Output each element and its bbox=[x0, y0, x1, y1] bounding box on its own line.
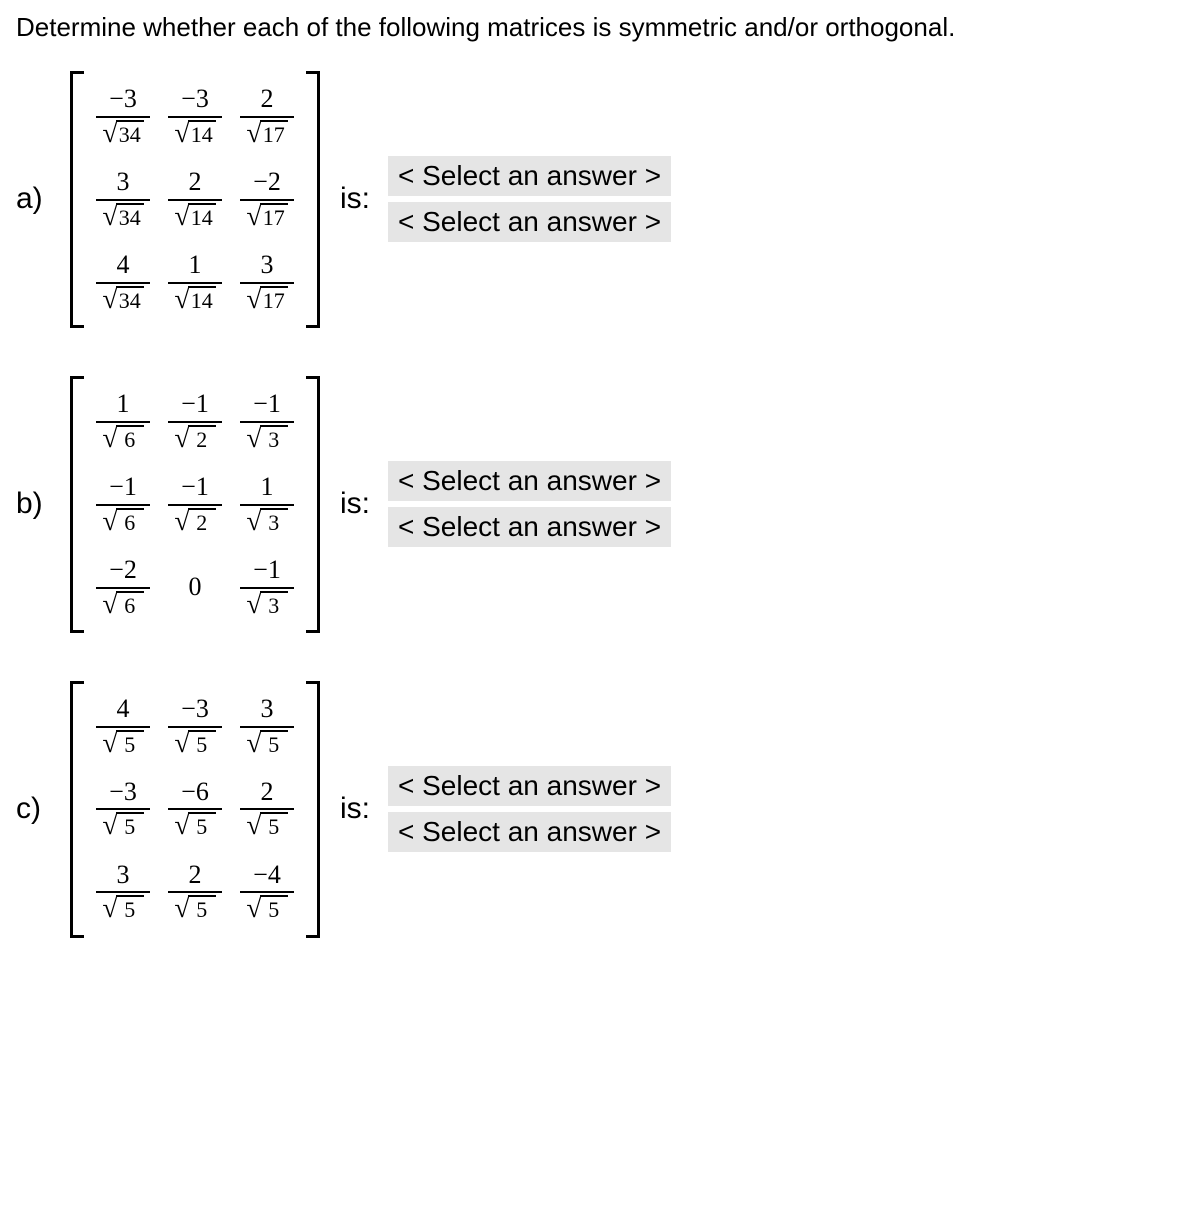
matrix-c-body: 4√5 −3√5 3√5 −3√5 −6√5 2√5 3√5 2√5 −4√5 bbox=[84, 681, 306, 938]
matrix-cell: −1√6 bbox=[96, 473, 150, 536]
matrix-cell: −1√2 bbox=[168, 390, 222, 453]
is-label: is: bbox=[340, 487, 370, 521]
matrix-cell: 3√17 bbox=[240, 251, 294, 314]
matrix-cell: 2√5 bbox=[168, 861, 222, 924]
matrix-cell: 1√14 bbox=[168, 251, 222, 314]
matrix-cell: −1√3 bbox=[240, 390, 294, 453]
matrix-cell: −2√6 bbox=[96, 556, 150, 619]
matrix-cell: 4√5 bbox=[96, 695, 150, 758]
matrix-cell: 3√5 bbox=[96, 861, 150, 924]
part-a-row: a) −3√34 −3√14 2√17 3√34 2√14 −2√17 4√34… bbox=[16, 71, 1178, 328]
part-b-select-1[interactable]: < Select an answer > bbox=[388, 461, 671, 501]
matrix-cell: −4√5 bbox=[240, 861, 294, 924]
matrix-cell: 1√6 bbox=[96, 390, 150, 453]
matrix-b: 1√6 −1√2 −1√3 −1√6 −1√2 1√3 −2√6 0 −1√3 bbox=[70, 376, 320, 633]
matrix-cell: −6√5 bbox=[168, 778, 222, 841]
part-c-label: c) bbox=[16, 792, 56, 826]
part-a-label: a) bbox=[16, 182, 56, 216]
matrix-cell: −3√34 bbox=[96, 85, 150, 148]
matrix-cell: 4√34 bbox=[96, 251, 150, 314]
bracket-right-icon bbox=[306, 71, 320, 328]
bracket-right-icon bbox=[306, 376, 320, 633]
matrix-b-body: 1√6 −1√2 −1√3 −1√6 −1√2 1√3 −2√6 0 −1√3 bbox=[84, 376, 306, 633]
matrix-cell: −3√14 bbox=[168, 85, 222, 148]
bracket-right-icon bbox=[306, 681, 320, 938]
part-c-select-2[interactable]: < Select an answer > bbox=[388, 812, 671, 852]
question-prompt: Determine whether each of the following … bbox=[16, 12, 1178, 43]
bracket-left-icon bbox=[70, 376, 84, 633]
matrix-cell: 2√14 bbox=[168, 168, 222, 231]
matrix-cell: 1√3 bbox=[240, 473, 294, 536]
bracket-left-icon bbox=[70, 681, 84, 938]
is-label: is: bbox=[340, 182, 370, 216]
matrix-cell: −3√5 bbox=[96, 778, 150, 841]
matrix-cell: 3√34 bbox=[96, 168, 150, 231]
matrix-cell: 2√5 bbox=[240, 778, 294, 841]
part-a-select-1[interactable]: < Select an answer > bbox=[388, 156, 671, 196]
part-b-selects: < Select an answer > < Select an answer … bbox=[388, 461, 671, 547]
bracket-left-icon bbox=[70, 71, 84, 328]
part-a-select-2[interactable]: < Select an answer > bbox=[388, 202, 671, 242]
matrix-cell: 2√17 bbox=[240, 85, 294, 148]
matrix-a: −3√34 −3√14 2√17 3√34 2√14 −2√17 4√34 1√… bbox=[70, 71, 320, 328]
part-b-row: b) 1√6 −1√2 −1√3 −1√6 −1√2 1√3 −2√6 0 −1… bbox=[16, 376, 1178, 633]
matrix-cell: −3√5 bbox=[168, 695, 222, 758]
part-a-selects: < Select an answer > < Select an answer … bbox=[388, 156, 671, 242]
part-b-label: b) bbox=[16, 487, 56, 521]
part-b-select-2[interactable]: < Select an answer > bbox=[388, 507, 671, 547]
matrix-c: 4√5 −3√5 3√5 −3√5 −6√5 2√5 3√5 2√5 −4√5 bbox=[70, 681, 320, 938]
matrix-a-body: −3√34 −3√14 2√17 3√34 2√14 −2√17 4√34 1√… bbox=[84, 71, 306, 328]
matrix-cell: 3√5 bbox=[240, 695, 294, 758]
part-c-selects: < Select an answer > < Select an answer … bbox=[388, 766, 671, 852]
matrix-cell: −1√2 bbox=[168, 473, 222, 536]
part-c-select-1[interactable]: < Select an answer > bbox=[388, 766, 671, 806]
matrix-cell: 0 bbox=[168, 556, 222, 619]
matrix-cell: −2√17 bbox=[240, 168, 294, 231]
is-label: is: bbox=[340, 792, 370, 826]
matrix-cell: −1√3 bbox=[240, 556, 294, 619]
part-c-row: c) 4√5 −3√5 3√5 −3√5 −6√5 2√5 3√5 2√5 −4… bbox=[16, 681, 1178, 938]
